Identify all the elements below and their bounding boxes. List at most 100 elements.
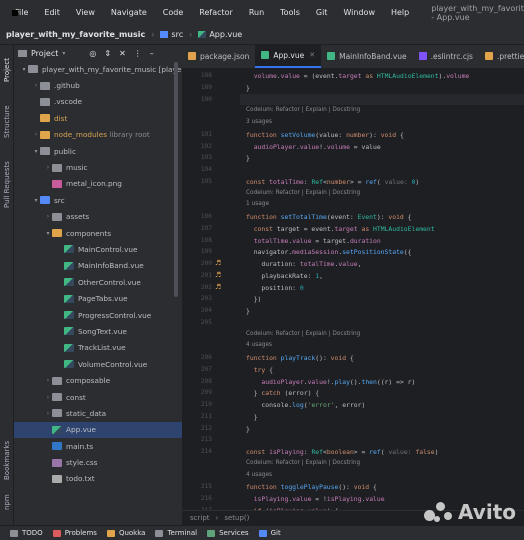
- project-panel-title[interactable]: Project: [31, 49, 58, 58]
- nav-project[interactable]: player_with_my_favorite_music: [6, 30, 145, 39]
- code-line[interactable]: audioPlayer.value!.volume = value: [246, 143, 381, 151]
- editor-tab[interactable]: .eslintrc.cjs: [413, 44, 479, 68]
- close-tab-icon[interactable]: ✕: [309, 51, 315, 59]
- code-line[interactable]: navigator.mediaSession.setPositionState(…: [246, 248, 412, 256]
- tree-item[interactable]: ▾ player_with_my_favorite_music [player_w…: [14, 61, 182, 77]
- editor-tab[interactable]: .prettierrc.json: [479, 44, 524, 68]
- code-line[interactable]: function playTrack(): void {: [246, 354, 354, 362]
- tool-window-todo[interactable]: TODO: [10, 529, 43, 537]
- code-line[interactable]: try {: [246, 366, 273, 374]
- chevron-down-icon[interactable]: ▾: [32, 197, 40, 204]
- code-line[interactable]: console.log('error', error): [246, 401, 365, 409]
- code-line[interactable]: } catch (error) {: [246, 389, 319, 397]
- more-icon[interactable]: ⋮: [134, 49, 142, 58]
- nav-file[interactable]: App.vue: [209, 30, 242, 39]
- tool-window-problems[interactable]: Problems: [52, 529, 97, 537]
- codeium-hint[interactable]: Codeium: Refactor | Explain | Docstring: [246, 107, 360, 113]
- chevron-right-icon[interactable]: ›: [44, 164, 52, 171]
- codeium-hint[interactable]: Codeium: Refactor | Explain | Docstring: [246, 190, 360, 196]
- collapse-icon[interactable]: ⇕: [104, 49, 111, 58]
- tree-item[interactable]: › const: [14, 389, 182, 405]
- tree-item[interactable]: › static_data: [14, 405, 182, 421]
- code-editor[interactable]: volume.value = (event.target as HTMLAudi…: [240, 69, 524, 510]
- code-line[interactable]: const isPlaying: Ref<boolean> = ref( val…: [246, 448, 439, 456]
- tool-window-git[interactable]: Git: [258, 529, 281, 537]
- structure-tool-tab[interactable]: Structure: [1, 97, 13, 147]
- tree-item[interactable]: › composable: [14, 372, 182, 388]
- gutter-marker-icon[interactable]: ♬: [215, 259, 221, 267]
- project-tool-tab[interactable]: Project: [1, 49, 13, 91]
- tree-item[interactable]: metal_icon.png: [14, 176, 182, 192]
- tree-item[interactable]: VolumeControl.vue: [14, 356, 182, 372]
- minimize-icon[interactable]: –: [150, 49, 154, 58]
- usages-hint[interactable]: 4 usages: [246, 472, 272, 478]
- chevron-right-icon[interactable]: ›: [44, 394, 52, 401]
- tree-item[interactable]: style.css: [14, 454, 182, 470]
- tool-window-terminal[interactable]: Terminal: [155, 529, 197, 537]
- tool-window-services[interactable]: Services: [207, 529, 249, 537]
- menu-run[interactable]: Run: [249, 8, 264, 17]
- menu-git[interactable]: Git: [316, 8, 328, 17]
- tree-item[interactable]: › assets: [14, 209, 182, 225]
- menu-window[interactable]: Window: [343, 8, 375, 17]
- tree-item[interactable]: ProgressControl.vue: [14, 307, 182, 323]
- code-line[interactable]: }: [246, 425, 250, 433]
- code-line[interactable]: }: [246, 413, 258, 421]
- code-line[interactable]: function togglePlayPause(): void {: [246, 483, 377, 491]
- menu-refactor[interactable]: Refactor: [199, 8, 233, 17]
- tree-item[interactable]: › music: [14, 159, 182, 175]
- editor-tab[interactable]: App.vue ✕: [255, 44, 322, 68]
- tree-item[interactable]: ▾ src: [14, 192, 182, 208]
- tree-item[interactable]: MainInfoBand.vue: [14, 258, 182, 274]
- tree-item[interactable]: MainControl.vue: [14, 241, 182, 257]
- chevron-down-icon[interactable]: ▾: [20, 66, 28, 73]
- chevron-right-icon[interactable]: ›: [44, 377, 52, 384]
- chevron-down-icon[interactable]: ▾: [44, 230, 52, 237]
- tree-item[interactable]: App.vue: [14, 421, 182, 438]
- target-icon[interactable]: ◎: [89, 49, 96, 58]
- tree-item[interactable]: ▾ components: [14, 225, 182, 241]
- crumb-setup[interactable]: setup(): [224, 514, 249, 522]
- chevron-right-icon[interactable]: ›: [32, 131, 40, 138]
- gutter-marker-icon[interactable]: ♬: [215, 283, 221, 291]
- tree-item[interactable]: .vscode: [14, 94, 182, 110]
- menu-tools[interactable]: Tools: [280, 8, 300, 17]
- code-line[interactable]: const target = event.target as HTMLAudio…: [246, 225, 435, 233]
- chevron-right-icon[interactable]: ›: [32, 82, 40, 89]
- npm-tool-tab[interactable]: npm: [1, 491, 13, 513]
- code-line[interactable]: position: 0: [246, 284, 303, 292]
- code-line[interactable]: totalTime.value = target.duration: [246, 237, 381, 245]
- code-line[interactable]: volume.value = (event.target as HTMLAudi…: [246, 72, 470, 80]
- tree-item[interactable]: › .github: [14, 77, 182, 93]
- usages-hint[interactable]: 1 usage: [246, 201, 269, 207]
- chevron-right-icon[interactable]: ›: [44, 213, 52, 220]
- code-line[interactable]: isPlaying.value = !isPlaying.value: [246, 495, 385, 503]
- menu-view[interactable]: View: [76, 8, 95, 17]
- code-line[interactable]: const totalTime: Ref<number> = ref( valu…: [246, 178, 419, 186]
- chevron-right-icon[interactable]: ›: [44, 410, 52, 417]
- close-icon[interactable]: ✕: [119, 49, 126, 58]
- code-line[interactable]: }): [246, 295, 262, 303]
- chevron-down-icon[interactable]: ▾: [62, 50, 65, 57]
- menu-navigate[interactable]: Navigate: [111, 8, 147, 17]
- code-line[interactable]: duration: totalTime.value,: [246, 260, 361, 268]
- menu-edit[interactable]: Edit: [44, 8, 60, 17]
- menu-code[interactable]: Code: [163, 8, 183, 17]
- code-line[interactable]: function setTotalTime(event: Event): voi…: [246, 213, 411, 221]
- code-line[interactable]: }: [246, 84, 250, 92]
- tree-item[interactable]: PageTabs.vue: [14, 290, 182, 306]
- tree-item[interactable]: todo.txt: [14, 471, 182, 487]
- editor-tab[interactable]: MainInfoBand.vue: [321, 44, 413, 68]
- tree-item[interactable]: SongText.vue: [14, 323, 182, 339]
- tree-item[interactable]: OtherControl.vue: [14, 274, 182, 290]
- codeium-hint[interactable]: Codeium: Refactor | Explain | Docstring: [246, 331, 360, 337]
- tree-item[interactable]: TrackList.vue: [14, 340, 182, 356]
- tree-item[interactable]: › node_modules library root: [14, 127, 182, 143]
- code-line[interactable]: audioPlayer.value!.play().then((r) => r): [246, 378, 415, 386]
- codeium-hint[interactable]: Codeium: Refactor | Explain | Docstring: [246, 460, 360, 466]
- usages-hint[interactable]: 4 usages: [246, 342, 272, 348]
- chevron-down-icon[interactable]: ▾: [32, 148, 40, 155]
- menu-help[interactable]: Help: [391, 8, 409, 17]
- pull-requests-tool-tab[interactable]: Pull Requests: [1, 153, 13, 217]
- code-line[interactable]: playbackRate: 1,: [246, 272, 323, 280]
